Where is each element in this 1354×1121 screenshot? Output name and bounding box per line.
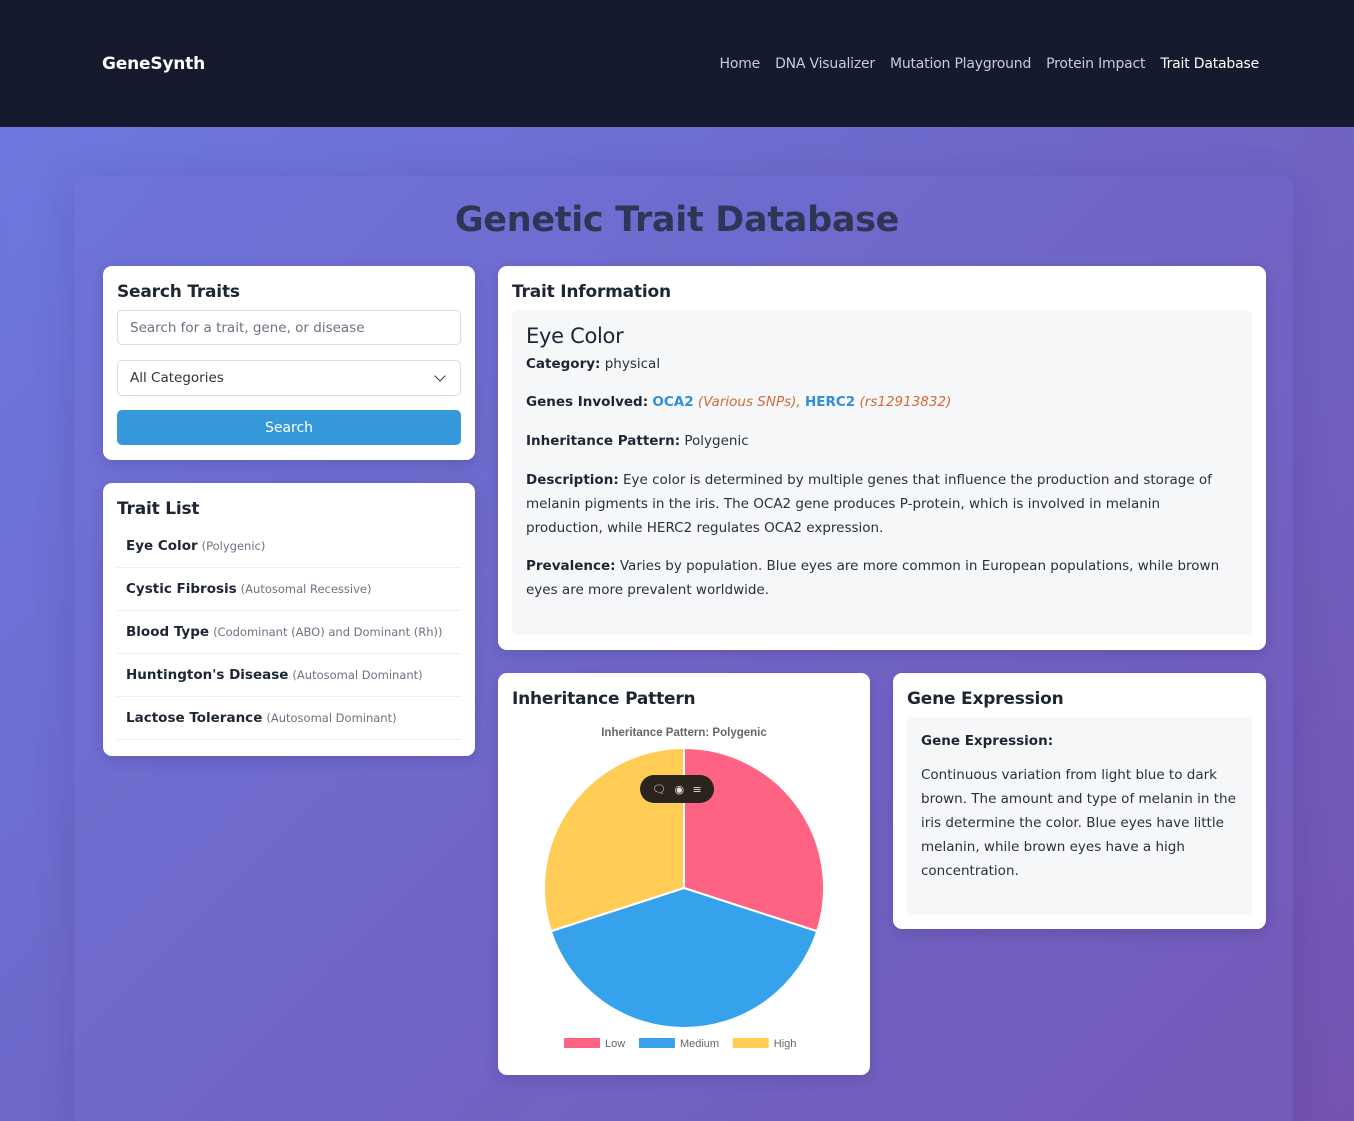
- trait-name: Lactose Tolerance: [126, 710, 263, 726]
- gene-expression-text: Continuous variation from light blue to …: [921, 767, 1236, 879]
- gene-note: (rs12913832): [859, 394, 952, 410]
- inheritance-pattern-card: Inheritance Pattern Inheritance Pattern:…: [498, 673, 870, 1075]
- trait-list-card: Trait List Eye Color (Polygenic) Cystic …: [103, 483, 475, 756]
- gene-link-herc2[interactable]: HERC2: [805, 394, 855, 410]
- nav-link-protein-impact[interactable]: Protein Impact: [1046, 56, 1145, 72]
- trait-list: Eye Color (Polygenic) Cystic Fibrosis (A…: [117, 525, 461, 740]
- trait-name: Huntington's Disease: [126, 667, 289, 683]
- trait-pattern: (Autosomal Dominant): [266, 711, 397, 725]
- category-select[interactable]: All Categories: [117, 360, 461, 396]
- trait-list-item-lactose-tolerance[interactable]: Lactose Tolerance (Autosomal Dominant): [117, 697, 461, 740]
- trait-name: Eye Color: [126, 538, 198, 554]
- trait-list-item-eye-color[interactable]: Eye Color (Polygenic): [117, 525, 461, 568]
- legend-label-medium[interactable]: Medium: [680, 1038, 719, 1050]
- trait-detail-name: Eye Color: [526, 324, 624, 348]
- legend-swatch-low[interactable]: [564, 1038, 601, 1048]
- gene-separator: ,: [796, 394, 801, 410]
- description-label: Description:: [526, 472, 619, 488]
- trait-pattern: (Polygenic): [201, 539, 266, 553]
- trait-pattern: (Autosomal Recessive): [240, 582, 372, 596]
- category-select-value: All Categories: [130, 370, 224, 386]
- prevalence-label: Prevalence:: [526, 558, 616, 574]
- search-button[interactable]: Search: [117, 410, 461, 445]
- nav-link-mutation-playground[interactable]: Mutation Playground: [890, 56, 1031, 72]
- gene-expression-panel: Gene Expression: Continuous variation fr…: [907, 717, 1252, 915]
- genes-label: Genes Involved:: [526, 394, 649, 410]
- category-label: Category:: [526, 356, 601, 372]
- chevron-down-icon: [434, 370, 446, 382]
- search-traits-title: Search Traits: [117, 282, 240, 302]
- description-row: Description: Eye color is determined by …: [526, 468, 1238, 540]
- nav-link-home[interactable]: Home: [720, 56, 761, 72]
- prevalence-text: Varies by population. Blue eyes are more…: [526, 558, 1220, 598]
- gene-link-oca2[interactable]: OCA2: [652, 394, 693, 410]
- legend-label-high[interactable]: High: [774, 1038, 797, 1050]
- brand-logo[interactable]: GeneSynth: [102, 54, 205, 74]
- category-value: physical: [604, 356, 661, 372]
- search-input[interactable]: [117, 310, 461, 345]
- nav-link-dna-visualizer[interactable]: DNA Visualizer: [775, 56, 875, 72]
- trait-list-item-huntingtons-disease[interactable]: Huntington's Disease (Autosomal Dominant…: [117, 654, 461, 697]
- trait-pattern: (Autosomal Dominant): [292, 668, 423, 682]
- trait-name: Cystic Fibrosis: [126, 581, 237, 597]
- inheritance-pattern-title: Inheritance Pattern: [512, 689, 696, 709]
- trait-list-item-cystic-fibrosis[interactable]: Cystic Fibrosis (Autosomal Recessive): [117, 568, 461, 611]
- search-traits-card: Search Traits All Categories Search: [103, 266, 475, 460]
- chart-toolbar-overlay[interactable]: 🗨 ◉ ≡: [640, 775, 714, 803]
- legend-swatch-high[interactable]: [732, 1038, 769, 1048]
- trait-information-title: Trait Information: [512, 282, 671, 302]
- menu-icon[interactable]: ≡: [693, 783, 702, 796]
- gene-expression-label: Gene Expression:: [921, 733, 1054, 749]
- top-navbar: GeneSynth Home DNA Visualizer Mutation P…: [0, 0, 1354, 127]
- trait-name: Blood Type: [126, 624, 210, 640]
- trait-list-title: Trait List: [117, 499, 200, 519]
- nav-links: Home DNA Visualizer Mutation Playground …: [720, 56, 1260, 72]
- inheritance-value: Polygenic: [684, 433, 749, 449]
- inheritance-pie-chart: Inheritance Pattern: Polygenic Low Medium H…: [543, 727, 825, 1050]
- genes-involved-row: Genes Involved: OCA2 (Various SNPs), HER…: [526, 390, 1238, 414]
- gene-expression-card: Gene Expression Gene Expression: Continu…: [893, 673, 1266, 929]
- trait-list-item-blood-type[interactable]: Blood Type (Codominant (ABO) and Dominan…: [117, 611, 461, 654]
- inheritance-row: Inheritance Pattern: Polygenic: [526, 429, 1238, 453]
- toggle-icon[interactable]: ◉: [675, 783, 685, 796]
- legend-swatch-medium[interactable]: [638, 1038, 675, 1048]
- trait-pattern: (Codominant (ABO) and Dominant (Rh)): [213, 625, 443, 639]
- trait-information-card: Trait Information Eye Color Category: ph…: [498, 266, 1266, 650]
- inheritance-label: Inheritance Pattern:: [526, 433, 681, 449]
- prevalence-row: Prevalence: Varies by population. Blue e…: [526, 554, 1238, 602]
- nav-link-trait-database[interactable]: Trait Database: [1160, 56, 1259, 72]
- page-title: Genetic Trait Database: [454, 200, 900, 240]
- comment-icon[interactable]: 🗨: [652, 783, 666, 796]
- chart-title: Inheritance Pattern: Polygenic: [601, 727, 767, 739]
- description-text: Eye color is determined by multiple gene…: [526, 472, 1212, 536]
- trait-category-row: Category: physical: [526, 352, 1238, 376]
- legend-label-low[interactable]: Low: [605, 1038, 625, 1050]
- trait-detail-panel: Eye Color Category: physical Genes Invol…: [512, 310, 1252, 635]
- gene-note: (Various SNPs): [697, 394, 797, 410]
- gene-expression-title: Gene Expression: [907, 689, 1064, 709]
